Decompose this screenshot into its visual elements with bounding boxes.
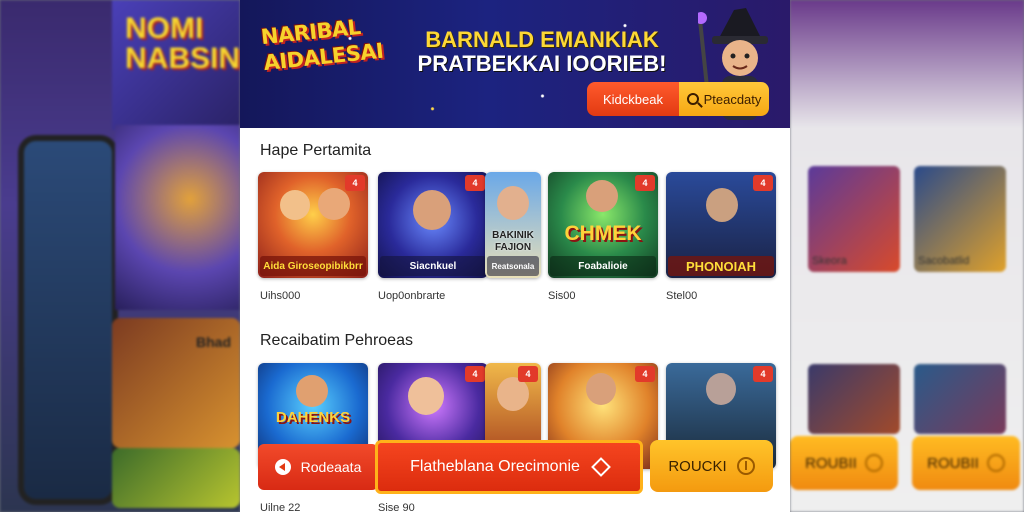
card-badge: 4 (345, 175, 365, 191)
card-badge: 4 (635, 366, 655, 382)
card-title-text: BAKINIK FAJION (492, 230, 534, 253)
main-panel: NARIBAL AIDALESAI BARNALD EMANKIAK PRATB… (240, 0, 790, 512)
side-card (112, 448, 240, 508)
diamond-icon (591, 457, 611, 477)
coin-icon (864, 454, 883, 472)
deposit-button[interactable]: Pteacdaty (679, 82, 769, 116)
side-button-label: ROUBII (805, 454, 857, 472)
side-card-text: Bhad (196, 334, 231, 350)
character-face (586, 373, 616, 405)
refresh-button-label: Rodeaata (300, 459, 362, 475)
back-arrow-icon (274, 459, 291, 475)
hero-banner: NARIBAL AIDALESAI BARNALD EMANKIAK PRATB… (240, 0, 790, 128)
game-card[interactable]: 4 Siacnkuel (378, 172, 488, 278)
game-card[interactable]: BAKINIK FAJION Reatsonala (485, 172, 541, 278)
character-face (280, 190, 310, 220)
card-caption: Foabalioie (550, 256, 656, 276)
character-face (318, 188, 350, 220)
gold-button-label: ROUCKI (668, 457, 727, 475)
character-face (706, 373, 736, 405)
kickback-button[interactable]: Kidckbeak (587, 82, 679, 116)
background-left-panel: NOMI NABSIN Bhad (0, 0, 240, 512)
coin-icon (986, 454, 1005, 472)
gold-action-button[interactable]: ROUCKI (650, 440, 773, 492)
character-face (408, 377, 444, 415)
section-title: Recaibatim Pehroeas (260, 332, 413, 349)
card-badge: 4 (753, 366, 773, 382)
refresh-button[interactable]: Rodeaata (258, 444, 378, 490)
side-gold-button: ROUBII (912, 436, 1020, 490)
character-face (586, 180, 618, 212)
side-button-label: ROUBII (927, 454, 979, 472)
search-icon (686, 93, 699, 105)
deposit-button-label: Pteacdaty (703, 91, 762, 107)
card-caption: Reatsonala (487, 256, 539, 276)
phone-mockup (18, 135, 118, 505)
card-badge: 4 (465, 175, 485, 191)
card-caption: Aida Giroseopibikbrr (260, 256, 366, 276)
character-face (497, 377, 529, 411)
card-badge: 4 (635, 175, 655, 191)
card-caption: Siacnkuel (380, 256, 486, 276)
game-logo: NARIBAL AIDALESAI (260, 12, 387, 114)
character-face (296, 375, 328, 407)
card-badge: 4 (465, 366, 485, 382)
side-promo-text: NOMI NABSIN (125, 12, 240, 75)
card-caption: PHONOIAH (668, 256, 774, 276)
headline-line-1: BARNALD EMANKIAK (425, 27, 659, 52)
character-face (497, 186, 529, 220)
character-face (413, 190, 451, 230)
side-card-caption: Sacobatlid (918, 255, 970, 267)
card-title-text: CHMEK (564, 222, 642, 245)
headline-line-2: PRATBEKKAI IOORIEB! (417, 51, 667, 76)
card-price: Stel00 (666, 290, 698, 302)
card-price: Uop0onbrarte (378, 290, 446, 302)
banner-headline: BARNALD EMANKIAK PRATBEKKAI IOORIEB! (397, 28, 687, 76)
game-card[interactable]: CHMEK 4 Foabalioie (548, 172, 658, 278)
section-title: Hape Pertamita (260, 142, 372, 159)
side-gold-button: ROUBII (790, 436, 898, 490)
primary-button-label: Flatheblana Orecimonie (410, 458, 580, 475)
side-card (808, 364, 900, 434)
side-card (914, 364, 1006, 434)
character-face (706, 188, 738, 222)
card-title-text: DAHENKS (275, 409, 351, 426)
side-hero-artwork (115, 125, 240, 310)
card-price: Uihs000 (260, 290, 301, 302)
game-card[interactable]: 4 Aida Giroseopibikbrr (258, 172, 368, 278)
card-price: Sis00 (548, 290, 576, 302)
background-right-panel: Skeora Sacobatlid ROUBII ROUBII (790, 0, 1024, 512)
game-card[interactable]: 4 PHONOIAH (666, 172, 776, 278)
card-price: Uilne 22 (260, 502, 301, 512)
coin-icon (736, 457, 755, 475)
card-badge: 4 (518, 366, 538, 382)
card-badge: 4 (753, 175, 773, 191)
side-card-caption: Skeora (812, 255, 847, 267)
primary-action-button[interactable]: Flatheblana Orecimonie (375, 440, 643, 494)
card-price: Sise 90 (378, 502, 415, 512)
